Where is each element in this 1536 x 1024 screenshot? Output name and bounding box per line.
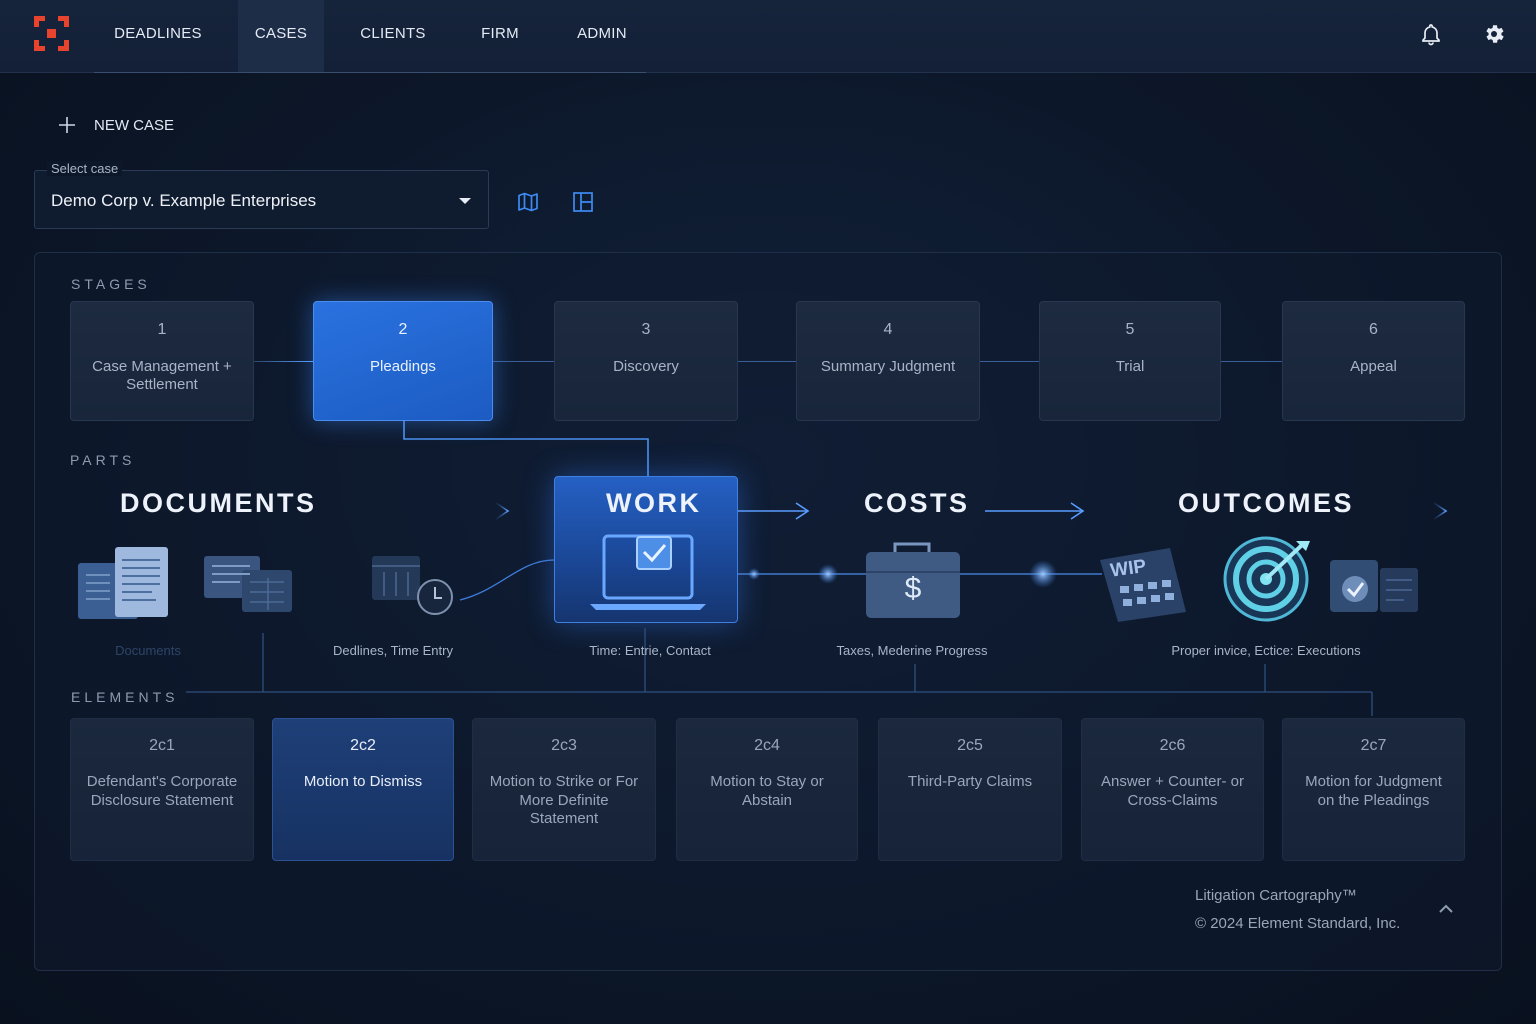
case-select[interactable]: Demo Corp v. Example Enterprises xyxy=(34,170,489,229)
element-number: 2c4 xyxy=(754,737,780,754)
element-label: Third-Party Claims xyxy=(907,773,1033,790)
element-number: 2c5 xyxy=(957,737,983,754)
element-2c7[interactable]: 2c7 Motion for Judgment on the Pleadings xyxy=(1282,718,1465,861)
element-number: 2c6 xyxy=(1159,737,1186,754)
element-label: Motion for Judgment on the Pleadings xyxy=(1305,773,1442,809)
stage-label: Summary Judgment xyxy=(820,358,956,375)
part-caption-deadlines: Dedlines, Time Entry xyxy=(333,643,453,658)
elements-heading: ELEMENTS xyxy=(71,689,187,705)
element-number: 2c1 xyxy=(149,737,175,754)
part-caption-work: Time: Entrie, Contact xyxy=(589,643,711,658)
footer-copyright: © 2024 Element Standard, Inc. xyxy=(1195,915,1401,932)
case-select-label: Select case xyxy=(47,161,123,176)
element-2c4[interactable]: 2c4 Motion to Stay or Abstain xyxy=(676,718,858,861)
map-icon[interactable] xyxy=(516,190,540,214)
nav-firm[interactable]: FIRM xyxy=(462,0,538,72)
stage-number: 4 xyxy=(883,321,893,338)
stage-number: 3 xyxy=(641,321,651,338)
element-label: Defendant's Corporate Disclosure Stateme… xyxy=(86,773,238,809)
nav-admin[interactable]: ADMIN xyxy=(560,0,644,72)
top-nav-bar: DEADLINES CASES CLIENTS FIRM ADMIN xyxy=(0,0,1536,73)
bell-icon[interactable] xyxy=(1419,22,1443,46)
element-label: Motion to Dismiss xyxy=(303,773,423,790)
stage-label: Pleadings xyxy=(370,358,436,375)
stage-1-case-management[interactable]: 1 Case Management + Settlement xyxy=(70,301,254,421)
chevron-up-icon[interactable] xyxy=(1437,902,1455,916)
stage-number: 1 xyxy=(157,321,167,338)
element-2c1[interactable]: 2c1 Defendant's Corporate Disclosure Sta… xyxy=(70,718,254,861)
part-title-work[interactable]: WORK xyxy=(606,488,701,519)
stage-connector xyxy=(979,361,1039,362)
element-label: Motion to Strike or For More Definite St… xyxy=(489,773,639,827)
nav-deadlines[interactable]: DEADLINES xyxy=(100,0,216,72)
part-title-outcomes[interactable]: OUTCOMES xyxy=(1178,488,1354,519)
layout-icon[interactable] xyxy=(571,190,595,214)
stage-number: 2 xyxy=(398,321,408,338)
gear-icon[interactable] xyxy=(1482,22,1506,46)
element-number: 2c3 xyxy=(551,737,577,754)
part-title-documents[interactable]: DOCUMENTS xyxy=(120,488,317,519)
footer-product-name: Litigation Cartography™ xyxy=(1195,887,1357,904)
stage-label: Trial xyxy=(1115,358,1145,375)
plus-icon xyxy=(59,117,75,133)
element-2c5[interactable]: 2c5 Third-Party Claims xyxy=(878,718,1062,861)
stage-connector xyxy=(737,361,796,362)
nav-clients[interactable]: CLIENTS xyxy=(346,0,440,72)
stage-4-summary-judgment[interactable]: 4 Summary Judgment xyxy=(796,301,980,421)
element-label: Answer + Counter- or Cross-Claims xyxy=(1101,773,1244,809)
stage-5-trial[interactable]: 5 Trial xyxy=(1039,301,1221,421)
stages-heading: STAGES xyxy=(71,276,151,292)
stage-number: 5 xyxy=(1125,321,1135,338)
stage-label: Discovery xyxy=(613,358,679,375)
element-number: 2c2 xyxy=(350,737,376,754)
part-caption-costs: Taxes, Mederine Progress xyxy=(836,643,988,658)
case-select-value: Demo Corp v. Example Enterprises xyxy=(51,191,317,210)
new-case-label: NEW CASE xyxy=(94,116,175,134)
stage-connector xyxy=(493,361,554,362)
stage-label: Case Management + Settlement xyxy=(92,358,232,393)
element-number: 2c7 xyxy=(1360,737,1387,754)
part-caption-outcomes: Proper invice, Ectice: Executions xyxy=(1171,643,1361,658)
part-title-costs[interactable]: COSTS xyxy=(864,488,970,519)
part-caption-documents: Documents xyxy=(115,643,181,658)
nav-divider xyxy=(94,72,646,73)
stage-2-pleadings[interactable]: 2 Pleadings xyxy=(313,301,493,421)
stage-label: Appeal xyxy=(1350,358,1397,375)
stage-6-appeal[interactable]: 6 Appeal xyxy=(1282,301,1465,421)
element-2c2[interactable]: 2c2 Motion to Dismiss xyxy=(272,718,454,861)
stage-3-discovery[interactable]: 3 Discovery xyxy=(554,301,738,421)
new-case-button[interactable]: NEW CASE xyxy=(56,112,174,138)
brand-logo-icon[interactable] xyxy=(34,16,69,51)
parts-heading: PARTS xyxy=(70,452,136,468)
element-2c6[interactable]: 2c6 Answer + Counter- or Cross-Claims xyxy=(1081,718,1264,861)
chevron-down-icon xyxy=(459,198,471,204)
nav-cases[interactable]: CASES xyxy=(238,0,324,72)
stage-connector xyxy=(253,361,313,362)
element-2c3[interactable]: 2c3 Motion to Strike or For More Definit… xyxy=(472,718,656,861)
stage-connector xyxy=(1221,361,1282,362)
stage-number: 6 xyxy=(1369,321,1378,338)
element-label: Motion to Stay or Abstain xyxy=(710,773,824,809)
